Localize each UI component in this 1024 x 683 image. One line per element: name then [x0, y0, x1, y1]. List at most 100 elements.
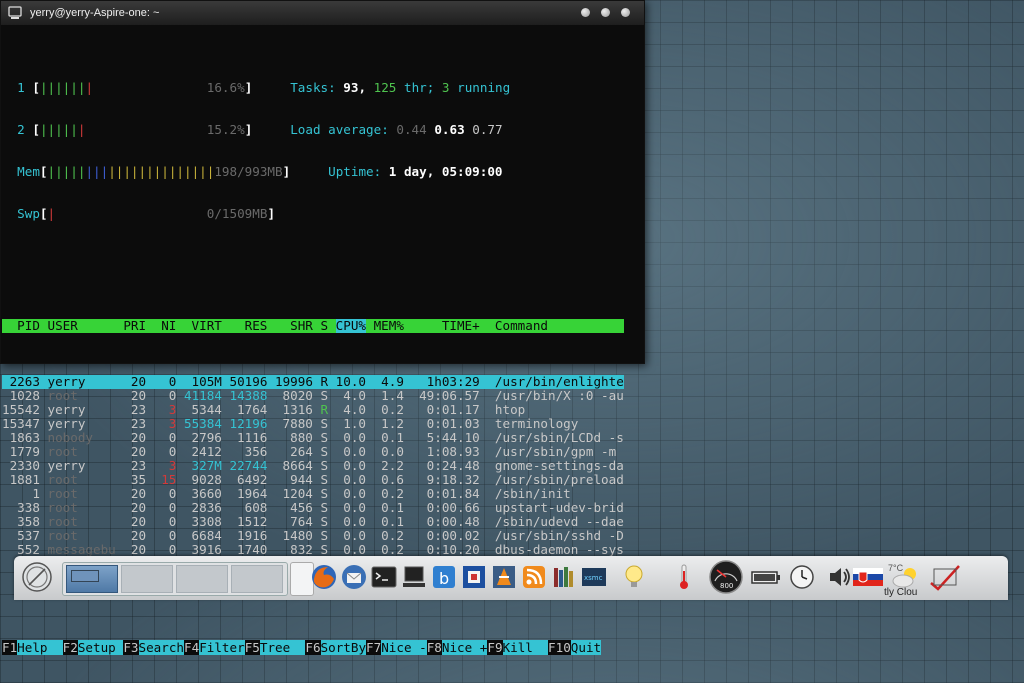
fkey-f8-label[interactable]: Nice +	[441, 640, 488, 655]
process-row[interactable]: 1881 root 35 15 9028 6492 944 S 0.0 0.6 …	[2, 473, 624, 487]
cell-cpu: 0.0	[343, 473, 366, 487]
cell-shr: 19996	[274, 375, 313, 389]
fkey-f1-label[interactable]: Help	[17, 640, 63, 655]
cell-s: S	[320, 473, 329, 487]
fkey-f2-label[interactable]: Setup	[77, 640, 124, 655]
fkey-f9[interactable]: F9	[487, 640, 503, 655]
battery-icon[interactable]	[750, 563, 782, 591]
column-user-header[interactable]: USER	[48, 319, 116, 333]
column-time-header[interactable]: TIME+	[412, 319, 480, 333]
window-titlebar[interactable]: yerry@yerry-Aspire-one: ~	[1, 1, 644, 25]
volume-icon[interactable]	[826, 563, 854, 591]
menu-icon[interactable]	[20, 560, 54, 594]
cell-pid: 15542	[2, 403, 40, 417]
computer-icon[interactable]	[400, 563, 428, 591]
function-key-bar[interactable]: F1Help F2Setup F3SearchF4FilterF5Tree F6…	[2, 640, 624, 655]
fkey-f6[interactable]: F6	[305, 640, 321, 655]
cell-s: S	[320, 445, 329, 459]
column-res-header[interactable]: RES	[229, 319, 268, 333]
process-row[interactable]: 552 messagebu 20 0 3916 1740 832 S 0.0 0…	[2, 543, 624, 557]
lightbulb-icon[interactable]	[620, 563, 648, 591]
process-row[interactable]: 1028 root 20 0 41184 14388 8020 S 4.0 1.…	[2, 389, 624, 403]
thermometer-icon[interactable]	[670, 563, 698, 591]
cell-command: /usr/bin/X :0 -au	[494, 389, 624, 403]
cell-virt: 6684	[191, 529, 222, 543]
desktop-2[interactable]	[121, 565, 173, 593]
cell-pri: 20	[130, 515, 147, 529]
column-virt-header[interactable]: VIRT	[184, 319, 222, 333]
thunderbird-icon[interactable]	[340, 563, 368, 591]
cell-pid: 552	[2, 543, 40, 557]
terminal-window[interactable]: yerry@yerry-Aspire-one: ~ 1 [||||||| 16.…	[0, 0, 645, 655]
process-row[interactable]: 358 root 20 0 3308 1512 764 S 0.0 0.1 0:…	[2, 515, 624, 529]
fkey-f4-label[interactable]: Filter	[199, 640, 245, 655]
fkey-f6-label[interactable]: SortBy	[320, 640, 367, 655]
editor-icon[interactable]	[928, 563, 962, 591]
column-s-header[interactable]: S	[320, 319, 328, 333]
cell-time: 49:06.57	[419, 389, 480, 403]
fkey-f3-label[interactable]: Search	[138, 640, 185, 655]
vlc-icon[interactable]	[490, 563, 518, 591]
process-row[interactable]: 15347 yerry 23 3 55384 12196 7880 S 1.0 …	[2, 417, 624, 431]
column-shr-header[interactable]: SHR	[275, 319, 313, 333]
bluefish-icon[interactable]: b	[430, 563, 458, 591]
filezilla-icon[interactable]	[460, 563, 488, 591]
process-row[interactable]: 1779 root 20 0 2412 356 264 S 0.0 0.0 1:…	[2, 445, 624, 459]
cell-user: yerry	[47, 459, 86, 473]
rss-icon[interactable]	[520, 563, 548, 591]
slovakia-flag-icon[interactable]	[852, 563, 884, 591]
close-button[interactable]	[621, 8, 630, 17]
cell-virt: 9028	[191, 473, 222, 487]
process-row[interactable]: 2330 yerry 23 3 327M 22744 8664 S 0.0 2.…	[2, 459, 624, 473]
fkey-f7[interactable]: F7	[366, 640, 382, 655]
fkey-f2[interactable]: F2	[62, 640, 78, 655]
column-command-header[interactable]: Command	[495, 319, 624, 333]
clock-icon[interactable]	[788, 563, 816, 591]
process-row[interactable]: 1 root 20 0 3660 1964 1204 S 0.0 0.2 0:0…	[2, 487, 624, 501]
speedometer-icon[interactable]: 800	[708, 559, 744, 595]
fkey-f10[interactable]: F10	[548, 640, 571, 655]
svg-text:b: b	[439, 569, 449, 588]
cell-user: root	[47, 529, 78, 543]
desktop-1[interactable]	[66, 565, 118, 593]
fkey-f5-label[interactable]: Tree	[259, 640, 306, 655]
desktop-4[interactable]	[231, 565, 283, 593]
process-row[interactable]: 15542 yerry 23 3 5344 1764 1316 R 4.0 0.…	[2, 403, 624, 417]
fkey-f3[interactable]: F3	[123, 640, 139, 655]
fkey-f7-label[interactable]: Nice -	[381, 640, 427, 655]
cell-time: 9:18.32	[426, 473, 480, 487]
process-table-header[interactable]: PID USER PRI NI VIRT RES SHR S CPU% MEM%…	[2, 319, 624, 333]
fkey-f8[interactable]: F8	[426, 640, 442, 655]
desktop-pager[interactable]	[62, 562, 288, 596]
cell-time: 1h03:29	[426, 375, 480, 389]
cell-cpu: 4.0	[343, 389, 366, 403]
column-pri-header[interactable]: PRI	[123, 319, 146, 333]
desktop-3[interactable]	[176, 565, 228, 593]
cell-shr: 832	[290, 543, 313, 557]
minimize-button[interactable]	[581, 8, 590, 17]
process-row[interactable]: 338 root 20 0 2836 608 456 S 0.0 0.1 0:0…	[2, 501, 624, 515]
terminal-app-icon[interactable]	[370, 563, 398, 591]
cell-res: 1512	[237, 515, 268, 529]
cell-pri: 20	[130, 445, 147, 459]
cell-time: 0:00.48	[426, 515, 480, 529]
fkey-f4[interactable]: F4	[184, 640, 200, 655]
maximize-button[interactable]	[601, 8, 610, 17]
fkey-f5[interactable]: F5	[244, 640, 260, 655]
firefox-icon[interactable]	[310, 563, 338, 591]
column-cpu-header[interactable]: CPU%	[335, 319, 366, 333]
cell-cpu: 0.0	[343, 487, 366, 501]
library-icon[interactable]	[550, 563, 578, 591]
fkey-f1[interactable]: F1	[2, 640, 18, 655]
column-mem-header[interactable]: MEM%	[374, 319, 404, 333]
process-row[interactable]: 537 root 20 0 6684 1916 1480 S 0.0 0.2 0…	[2, 529, 624, 543]
cell-s: S	[320, 515, 329, 529]
column-ni-header[interactable]: NI	[154, 319, 176, 333]
cell-pid: 1	[2, 487, 40, 501]
process-row[interactable]: 2263 yerry 20 0 105M 50196 19996 R 10.0 …	[2, 375, 624, 389]
column-pid-header[interactable]: PID	[2, 319, 40, 333]
process-row[interactable]: 1863 nobody 20 0 2796 1116 880 S 0.0 0.1…	[2, 431, 624, 445]
fkey-f10-label[interactable]: Quit	[570, 640, 602, 655]
fkey-f9-label[interactable]: Kill	[502, 640, 549, 655]
xsmc-icon[interactable]: xsmc	[580, 563, 608, 591]
